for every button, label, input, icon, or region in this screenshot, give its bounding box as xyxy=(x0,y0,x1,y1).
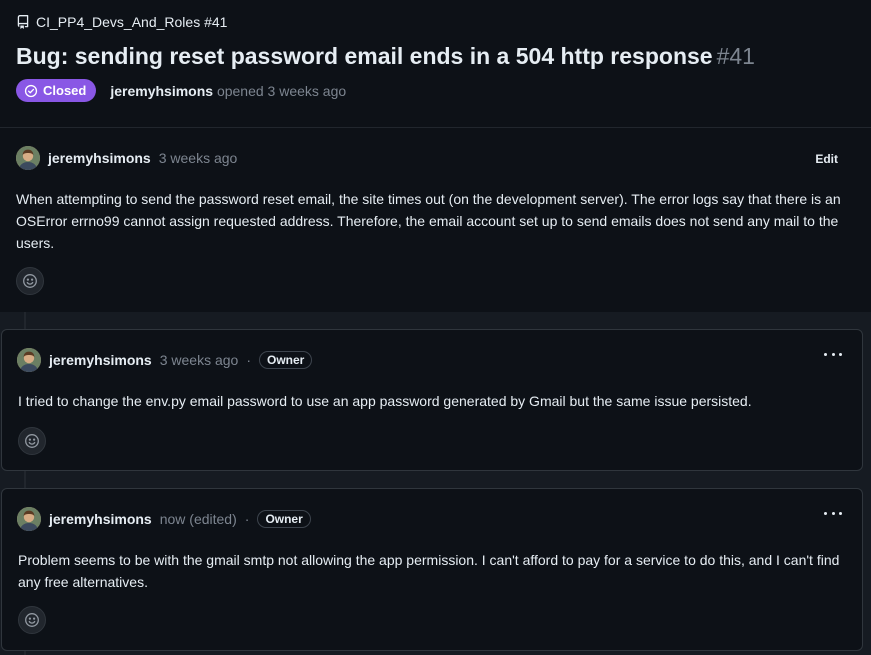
avatar-image xyxy=(17,507,41,531)
comment-card: jeremyhsimons 3 weeks ago · Owner I trie… xyxy=(1,329,863,471)
comment-options-button[interactable] xyxy=(824,353,842,359)
comment-time[interactable]: 3 weeks ago xyxy=(159,150,238,166)
comment-author[interactable]: jeremyhsimons xyxy=(48,150,151,166)
avatar-image xyxy=(17,348,41,372)
separator-dot: · xyxy=(244,511,250,527)
issue-title-row: Bug: sending reset password email ends i… xyxy=(16,43,755,70)
owner-badge: Owner xyxy=(259,351,313,369)
state-label: Closed xyxy=(43,83,87,98)
issue-number: #41 xyxy=(716,43,755,69)
avatar[interactable] xyxy=(17,507,41,531)
smiley-icon xyxy=(23,274,37,288)
comment-header: jeremyhsimons 3 weeks ago · Owner xyxy=(17,348,313,372)
separator-dot: · xyxy=(246,352,251,368)
avatar[interactable] xyxy=(17,348,41,372)
comment-time[interactable]: now (edited) xyxy=(160,511,237,527)
comment-card: jeremyhsimons now (edited) · Owner Probl… xyxy=(1,488,863,651)
owner-badge: Owner xyxy=(257,510,311,528)
comment-body: Problem seems to be with the gmail smtp … xyxy=(18,552,840,590)
add-reaction-button[interactable] xyxy=(18,606,46,634)
comment-body: When attempting to send the password res… xyxy=(16,191,841,251)
issue-body-comment: jeremyhsimons 3 weeks ago Edit When atte… xyxy=(0,128,871,312)
issue-meta: Closed jeremyhsimons opened 3 weeks ago xyxy=(16,79,346,102)
comment-header: jeremyhsimons now (edited) · Owner xyxy=(17,507,311,531)
comment-author[interactable]: jeremyhsimons xyxy=(49,511,152,527)
avatar-image xyxy=(16,146,40,170)
edit-button[interactable]: Edit xyxy=(815,152,838,166)
comment-header: jeremyhsimons 3 weeks ago xyxy=(16,146,237,170)
repo-label[interactable]: CI_PP4_Devs_And_Roles #41 xyxy=(36,14,227,30)
repo-breadcrumb[interactable]: CI_PP4_Devs_And_Roles #41 xyxy=(16,14,227,30)
smiley-icon xyxy=(25,434,39,448)
issue-title: Bug: sending reset password email ends i… xyxy=(16,43,713,69)
comment-author[interactable]: jeremyhsimons xyxy=(49,352,152,368)
issue-opened-text: opened 3 weeks ago xyxy=(216,82,347,99)
smiley-icon xyxy=(25,613,39,627)
comment-body: I tried to change the env.py email passw… xyxy=(18,393,752,409)
issue-author[interactable]: jeremyhsimons xyxy=(110,83,213,99)
kebab-icon xyxy=(824,512,827,515)
add-reaction-button[interactable] xyxy=(18,427,46,455)
comment-time[interactable]: 3 weeks ago xyxy=(160,352,239,368)
add-reaction-button[interactable] xyxy=(16,267,44,295)
check-circle-icon xyxy=(24,84,38,97)
repo-icon xyxy=(17,15,29,29)
state-badge: Closed xyxy=(16,79,97,102)
comment-options-button[interactable] xyxy=(824,512,842,518)
avatar[interactable] xyxy=(16,146,40,170)
kebab-icon xyxy=(824,353,827,356)
